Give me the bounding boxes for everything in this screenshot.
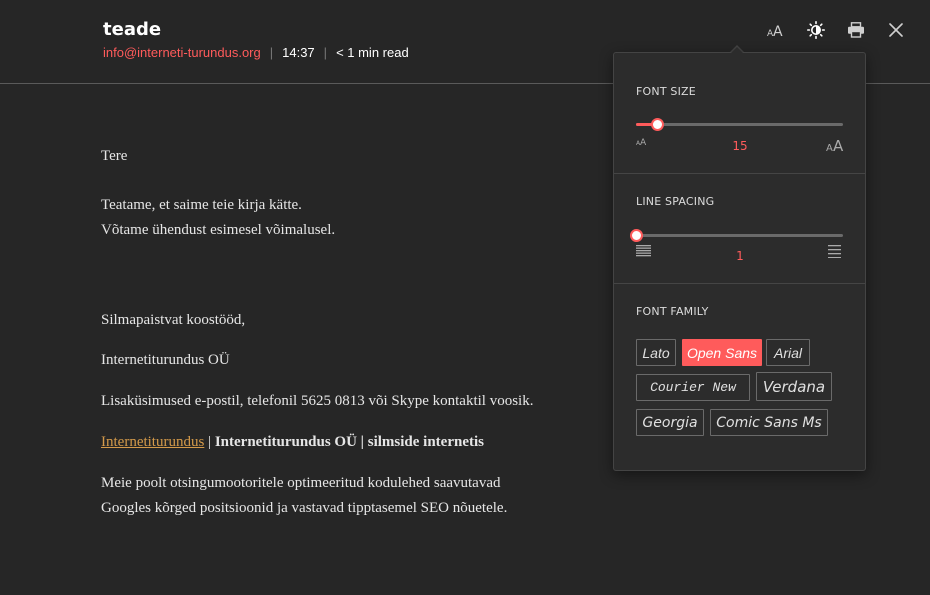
font-size-slider[interactable] [636,118,843,131]
timestamp: 14:37 [282,45,315,60]
font-size-value: 15 [732,139,748,153]
svg-text:A: A [826,143,833,152]
divider [614,173,865,174]
line-spacing-slider-thumb[interactable] [630,229,643,242]
font-option-comic-sans[interactable]: Comic Sans Ms [710,409,828,436]
company-link[interactable]: Internetiturundus [101,434,204,450]
font-size-slider-thumb[interactable] [650,118,664,131]
font-option-open-sans[interactable]: Open Sans [682,339,762,366]
body-line: Võtame ühendust esimesel võimalusel. [101,222,336,238]
closing: Silmapaistvat koostööd, [101,312,246,328]
signature-line: Internetiturundus | Internetiturundus OÜ… [101,430,621,455]
signature-bold: Internetiturundus OÜ | silmside internet… [214,434,484,450]
line-spacing-value: 1 [736,249,744,263]
sender-email[interactable]: info@interneti-turundus.org [103,45,261,60]
small-font-icon: AA [636,133,648,151]
message-body: Tere Teatame, et saime teie kirja kätte.… [101,144,621,521]
tight-spacing-icon [636,244,652,263]
svg-text:A: A [640,138,647,146]
toolbar: AA [765,19,907,41]
font-option-lato[interactable]: Lato [636,339,676,366]
font-family-title: FONT FAMILY [636,305,709,318]
divider [614,283,865,284]
font-option-courier-new[interactable]: Courier New [636,374,750,401]
body-line: Teatame, et saime teie kirja kätte. [101,197,302,213]
wide-spacing-icon [828,244,842,263]
panel-arrow-inner [730,47,744,54]
read-time: < 1 min read [336,45,409,60]
page-title: teade [103,19,162,40]
meta-separator: | [323,45,328,60]
svg-text:A: A [773,24,783,37]
promo-line: Meie poolt otsingumootoritele optimeerit… [101,475,501,491]
font-size-title: FONT SIZE [636,85,696,98]
svg-text:A: A [833,137,844,152]
close-icon[interactable] [885,19,907,41]
meta-separator: | [269,45,274,60]
greeting: Tere [101,148,128,164]
company-name: Internetiturundus OÜ [101,352,230,368]
meta-line: info@interneti-turundus.org | 14:37 | < … [103,45,409,60]
font-option-georgia[interactable]: Georgia [636,409,704,436]
contact-info: Lisaküsimused e-postil, telefonil 5625 0… [101,393,534,409]
reader-settings-panel: FONT SIZE AA 15 AA LINE SPACING 1 FONT F… [613,52,866,471]
brightness-icon[interactable] [805,19,827,41]
print-icon[interactable] [845,19,867,41]
promo-line: Googles kõrged positsioonid ja vastavad … [101,500,508,516]
line-spacing-slider[interactable] [630,229,843,242]
font-option-verdana[interactable]: Verdana [756,372,832,401]
signature-separator: | [204,434,215,450]
large-font-icon: AA [826,136,844,157]
line-spacing-title: LINE SPACING [636,195,715,208]
font-option-arial[interactable]: Arial [766,339,810,366]
font-size-icon[interactable]: AA [765,19,787,41]
